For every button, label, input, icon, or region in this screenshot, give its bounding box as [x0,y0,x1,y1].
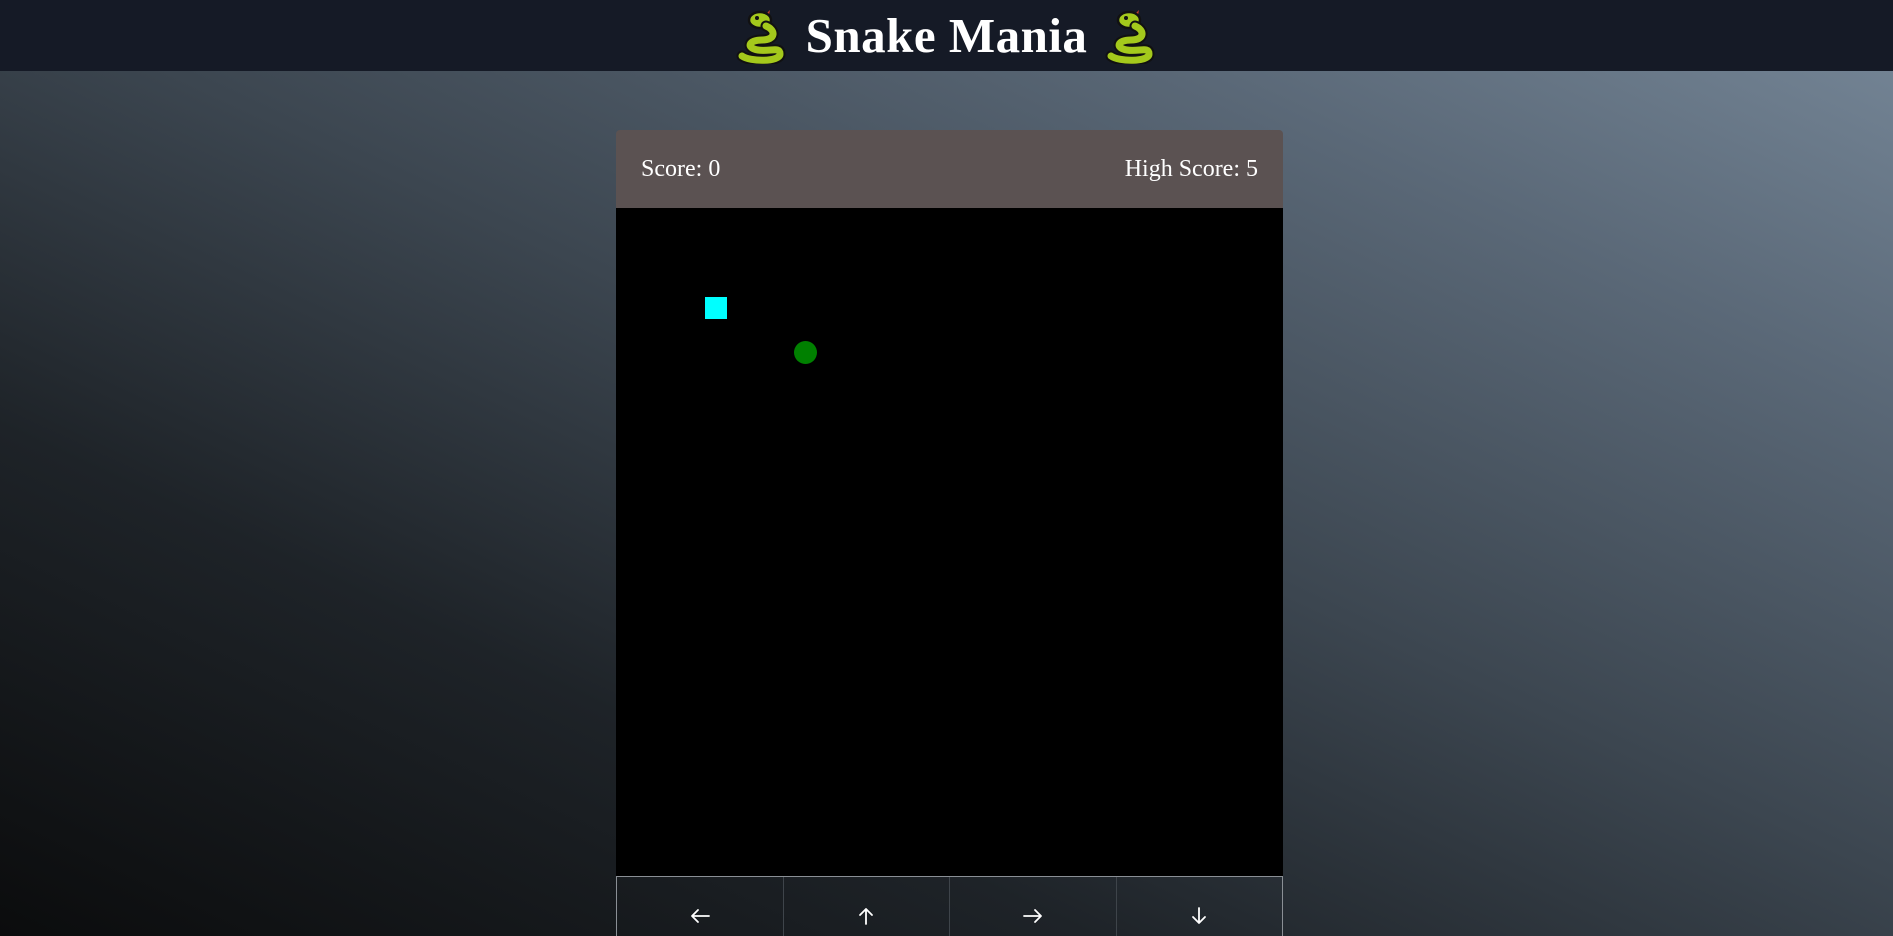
game-board[interactable] [616,208,1283,876]
arrow-right-icon [1022,909,1042,923]
arrow-up-icon [859,908,874,925]
snake-icon [736,9,786,64]
left-button[interactable] [616,877,783,936]
down-button[interactable] [1115,877,1283,936]
arrow-left-icon [690,909,710,923]
game-container: Score: 0 High Score: 5 [616,130,1283,936]
direction-controls [616,876,1283,936]
up-button[interactable] [782,877,950,936]
arrow-down-icon [1192,907,1207,924]
high-score-display: High Score: 5 [1124,155,1258,182]
right-button[interactable] [949,877,1116,936]
food-item [794,341,817,364]
app-header: Snake Mania [0,0,1893,71]
snake-head [705,297,727,319]
score-display: Score: 0 [641,155,721,182]
title-group: Snake Mania [736,8,1158,64]
snake-icon [1105,9,1155,64]
score-bar: Score: 0 High Score: 5 [616,130,1283,208]
page-title: Snake Mania [805,8,1088,63]
